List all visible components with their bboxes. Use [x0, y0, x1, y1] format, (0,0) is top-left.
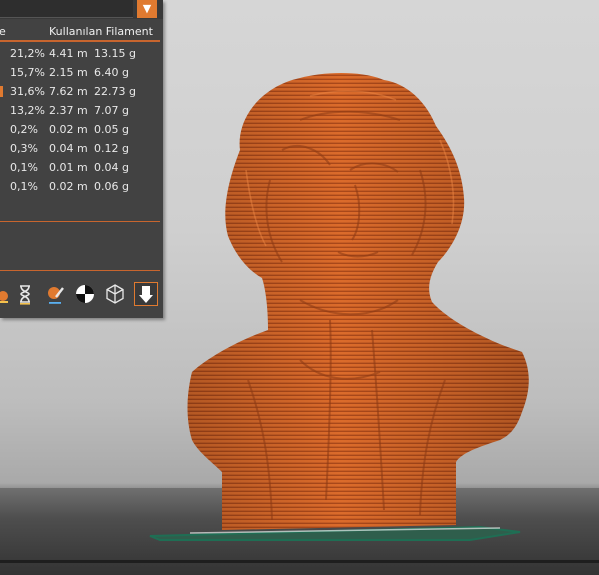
row-percent: 0,1%	[10, 161, 38, 174]
row-weight: 0.04 g	[94, 161, 129, 174]
row-percent: 21,2%	[10, 47, 45, 60]
row-weight: 0.05 g	[94, 123, 129, 136]
row-length: 2.15 m	[49, 66, 88, 79]
row-percent: 0,2%	[10, 123, 38, 136]
row-weight: 6.40 g	[94, 66, 129, 79]
wireframe-cube-icon[interactable]	[104, 283, 126, 305]
row-percent: 0,1%	[10, 180, 38, 193]
row-percent: 31,6%	[10, 85, 45, 98]
filament-table: 21,2% 4.41 m 13.15 g 15,7% 2.15 m 6.40 g…	[0, 44, 163, 196]
table-row: 0,1% 0.01 m 0.04 g	[0, 158, 163, 177]
table-row: 0,2% 0.02 m 0.05 g	[0, 120, 163, 139]
column-header-filament: Kullanılan Filament	[49, 25, 153, 38]
row-length: 2.37 m	[49, 104, 88, 117]
table-row: 0,3% 0.04 m 0.12 g	[0, 139, 163, 158]
view-toolbar	[0, 282, 163, 307]
row-weight: 0.12 g	[94, 142, 129, 155]
header-divider	[0, 40, 160, 42]
row-highlight-marker	[0, 86, 3, 97]
print-info-panel: ▼ e Kullanılan Filament 21,2% 4.41 m 13.…	[0, 0, 163, 318]
row-percent: 13,2%	[10, 104, 45, 117]
row-length: 0.02 m	[49, 123, 88, 136]
section-divider	[0, 221, 160, 222]
row-weight: 22.73 g	[94, 85, 136, 98]
table-row: 15,7% 2.15 m 6.40 g	[0, 63, 163, 82]
table-row: 21,2% 4.41 m 13.15 g	[0, 44, 163, 63]
dropdown-button[interactable]: ▼	[137, 0, 157, 18]
paint-color-icon[interactable]	[44, 283, 66, 305]
table-row: 13,2% 2.37 m 7.07 g	[0, 101, 163, 120]
table-row: 31,6% 7.62 m 22.73 g	[0, 82, 163, 101]
partial-tool-icon[interactable]	[0, 283, 14, 305]
row-weight: 7.07 g	[94, 104, 129, 117]
toolbar-divider	[0, 270, 160, 271]
panel-top-field[interactable]	[0, 0, 133, 18]
row-weight: 13.15 g	[94, 47, 136, 60]
row-length: 0.02 m	[49, 180, 88, 193]
row-length: 7.62 m	[49, 85, 88, 98]
row-length: 0.01 m	[49, 161, 88, 174]
column-header-left: e	[0, 25, 6, 38]
row-percent: 15,7%	[10, 66, 45, 79]
half-circle-view-icon[interactable]	[74, 283, 96, 305]
row-length: 0.04 m	[49, 142, 88, 155]
table-row: 0,1% 0.02 m 0.06 g	[0, 177, 163, 196]
arrow-down-active-icon[interactable]	[134, 282, 158, 306]
row-percent: 0,3%	[10, 142, 38, 155]
row-weight: 0.06 g	[94, 180, 129, 193]
row-length: 4.41 m	[49, 47, 88, 60]
panel-top-bar: ▼	[0, 0, 163, 19]
hourglass-icon[interactable]	[14, 283, 36, 305]
